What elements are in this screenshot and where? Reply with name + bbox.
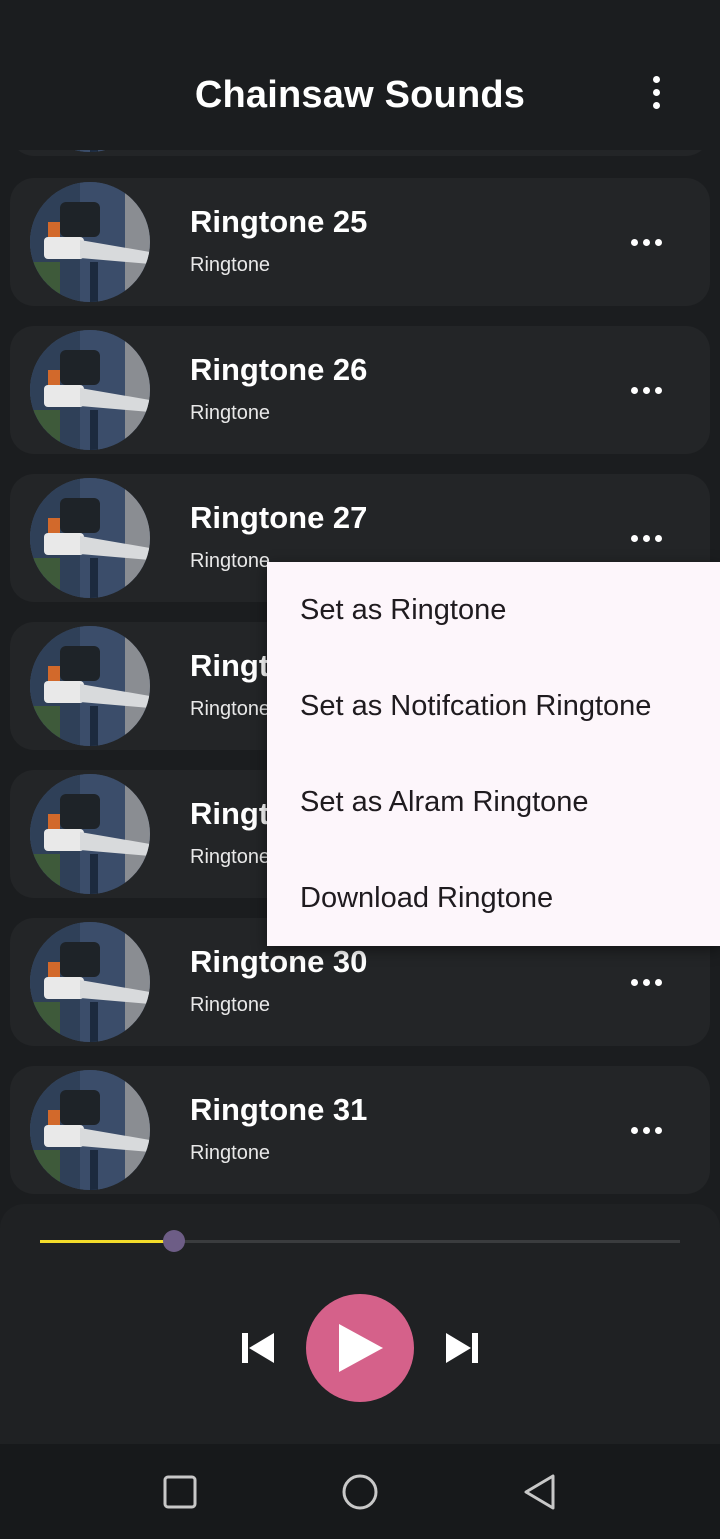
ringtone-subtitle: Ringtone bbox=[190, 254, 271, 276]
seek-bar-progress bbox=[40, 1240, 175, 1243]
chainsaw-image bbox=[30, 774, 150, 894]
ringtone-title: Ringtone 25 bbox=[190, 204, 368, 239]
more-options-icon[interactable] bbox=[622, 374, 670, 406]
overflow-menu-icon[interactable] bbox=[640, 72, 672, 112]
ringtone-subtitle: Ringtone bbox=[190, 1142, 271, 1164]
ringtone-subtitle: Ringtone bbox=[190, 846, 271, 868]
page-title: Chainsaw Sounds bbox=[194, 74, 526, 116]
seek-bar[interactable] bbox=[40, 1230, 680, 1252]
play-button[interactable] bbox=[306, 1294, 414, 1402]
ringtone-subtitle: Ringtone bbox=[190, 550, 271, 572]
ringtone-options-menu: Set as Ringtone Set as Notifcation Ringt… bbox=[267, 562, 720, 946]
ringtone-row[interactable]: Ringtone 31 Ringtone bbox=[10, 1066, 710, 1194]
ringtone-subtitle: Ringtone bbox=[190, 994, 271, 1016]
chainsaw-image bbox=[30, 922, 150, 1042]
chainsaw-image bbox=[30, 478, 150, 598]
ringtone-title: Ringtone 27 bbox=[190, 500, 368, 535]
ringtone-row[interactable]: Ringtone 25 Ringtone bbox=[10, 178, 710, 306]
ringtone-subtitle: Ringtone bbox=[190, 402, 271, 424]
home-circle-icon[interactable] bbox=[340, 1472, 380, 1512]
skip-previous-button[interactable] bbox=[234, 1328, 282, 1368]
more-options-icon[interactable] bbox=[622, 226, 670, 258]
ringtone-title: Ringtone 30 bbox=[190, 944, 368, 979]
play-icon bbox=[339, 1324, 383, 1372]
more-options-icon[interactable] bbox=[622, 966, 670, 998]
seek-bar-thumb[interactable] bbox=[163, 1230, 186, 1252]
ringtone-thumbnail bbox=[30, 626, 150, 746]
app-bar: Chainsaw Sounds bbox=[0, 0, 720, 150]
back-triangle-icon[interactable] bbox=[520, 1472, 560, 1512]
skip-next-icon bbox=[446, 1333, 478, 1363]
more-options-icon[interactable] bbox=[622, 1114, 670, 1146]
menu-item-set-alarm[interactable]: Set as Alram Ringtone bbox=[267, 754, 720, 850]
media-player bbox=[0, 1204, 720, 1444]
ringtone-row[interactable]: Ringtone 26 Ringtone bbox=[10, 326, 710, 454]
system-nav-bar bbox=[0, 1444, 720, 1539]
menu-item-download[interactable]: Download Ringtone bbox=[267, 850, 720, 946]
chainsaw-image bbox=[30, 626, 150, 746]
skip-next-button[interactable] bbox=[438, 1328, 486, 1368]
chainsaw-image bbox=[30, 330, 150, 450]
ringtone-thumbnail bbox=[30, 922, 150, 1042]
ringtone-title: Ringtone 31 bbox=[190, 1092, 368, 1127]
chainsaw-image bbox=[30, 1070, 150, 1190]
ringtone-thumbnail bbox=[30, 182, 150, 302]
ringtone-thumbnail bbox=[30, 1070, 150, 1190]
more-options-icon[interactable] bbox=[622, 522, 670, 554]
ringtone-thumbnail bbox=[30, 774, 150, 894]
menu-item-set-notification[interactable]: Set as Notifcation Ringtone bbox=[267, 658, 720, 754]
ringtone-thumbnail bbox=[30, 478, 150, 598]
skip-previous-icon bbox=[242, 1333, 274, 1363]
ringtone-title: Ringtone 26 bbox=[190, 352, 368, 387]
menu-item-set-ringtone[interactable]: Set as Ringtone bbox=[267, 562, 720, 658]
ringtone-subtitle: Ringtone bbox=[190, 698, 271, 720]
ringtone-thumbnail bbox=[30, 330, 150, 450]
recents-square-icon[interactable] bbox=[160, 1472, 200, 1512]
chainsaw-image bbox=[30, 182, 150, 302]
